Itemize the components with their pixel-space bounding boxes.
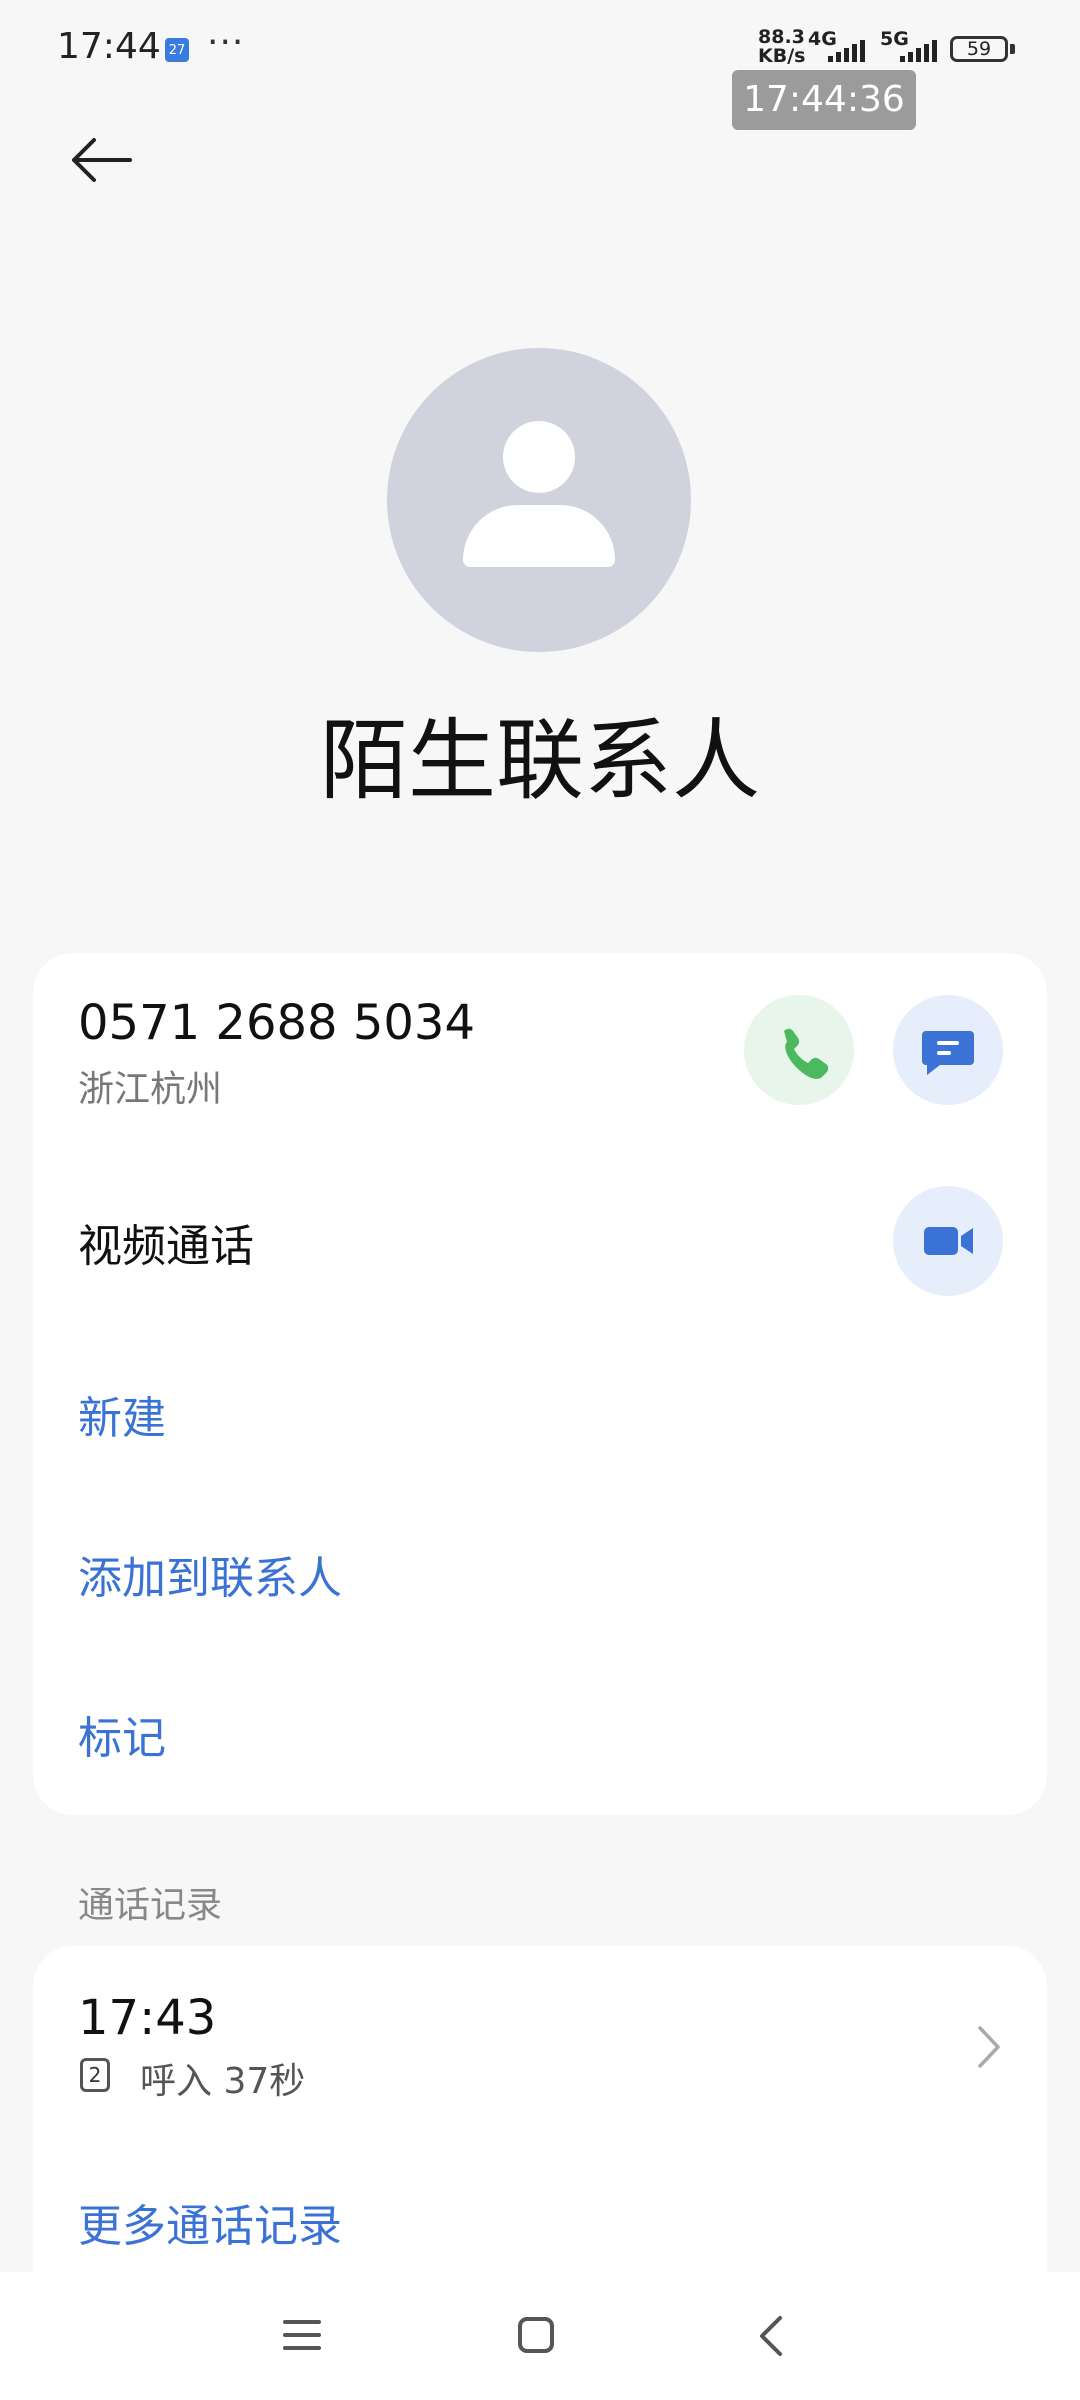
call-log-section-title: 通话记录 <box>78 1885 223 1926</box>
message-icon <box>922 1031 974 1075</box>
call-log-time[interactable]: 17:43 <box>78 1990 216 2046</box>
sim1-signal-bars-icon <box>828 40 865 62</box>
add-to-contacts-link[interactable]: 添加到联系人 <box>78 1542 342 1606</box>
video-call-button[interactable] <box>893 1186 1003 1296</box>
back-button[interactable] <box>70 136 150 196</box>
home-icon <box>518 2317 554 2353</box>
menu-icon <box>283 2320 321 2350</box>
status-time: 17:44 <box>57 26 161 67</box>
call-log-detail: 呼入 37秒 <box>140 2061 306 2102</box>
new-contact-link[interactable]: 新建 <box>78 1382 166 1446</box>
battery-icon: 59 <box>950 36 1008 62</box>
net-speed-unit: KB/s <box>758 45 806 67</box>
call-button[interactable] <box>744 995 854 1105</box>
sim-card-icon: 2 <box>80 2058 110 2092</box>
avatar <box>387 348 691 652</box>
video-camera-icon <box>924 1227 973 1255</box>
home-button[interactable] <box>517 2316 555 2354</box>
call-log-entry-button[interactable] <box>970 2022 1010 2072</box>
phone-icon <box>784 1028 829 1079</box>
network-speed: 88.3 KB/s <box>758 28 805 66</box>
battery-tip <box>1010 44 1015 54</box>
contact-name: 陌生联系人 <box>319 709 760 812</box>
video-call-label[interactable]: 视频通话 <box>78 1210 254 1274</box>
mark-link[interactable]: 标记 <box>78 1702 166 1766</box>
sim2-signal-bars-icon <box>900 40 937 62</box>
calendar-notification-icon: 27 <box>165 38 189 62</box>
clock-overlay: 17:44:36 <box>732 70 916 130</box>
more-notifications-icon: ··· <box>207 22 245 63</box>
back-nav-icon <box>760 2316 782 2356</box>
phone-location: 浙江杭州 <box>78 1069 223 1110</box>
back-arrow-icon <box>72 138 132 182</box>
back-nav-button[interactable] <box>758 2314 784 2358</box>
recent-apps-button[interactable] <box>283 2318 321 2352</box>
chevron-right-icon <box>978 2026 1000 2068</box>
phone-number[interactable]: 0571 2688 5034 <box>78 995 475 1051</box>
message-button[interactable] <box>893 995 1003 1105</box>
person-icon <box>503 421 575 493</box>
more-call-log-link[interactable]: 更多通话记录 <box>78 2190 342 2254</box>
